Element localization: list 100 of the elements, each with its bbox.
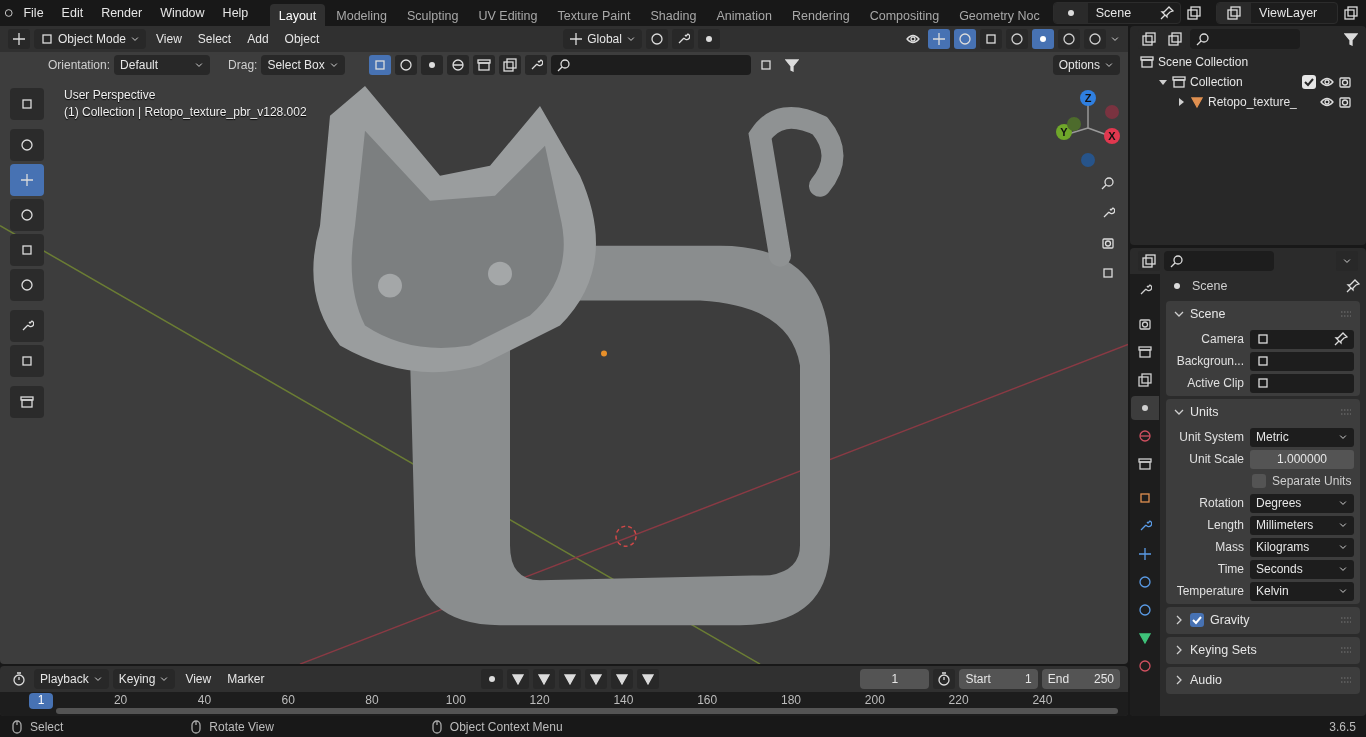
menu-item[interactable]: File [15,3,52,23]
outliner-item[interactable]: Collection [1190,75,1298,89]
drag-handle-icon[interactable] [1340,677,1352,683]
snap-button[interactable] [671,29,694,49]
dropdown[interactable]: Seconds [1250,559,1354,579]
current-frame-marker[interactable]: 1 [29,693,53,710]
menu-dropdown[interactable]: Keying [112,669,176,690]
menu-item[interactable]: Marker [221,670,271,689]
drag-handle-icon[interactable] [1340,617,1352,623]
panel-title[interactable]: Units [1190,405,1334,419]
workspace-tab[interactable]: Shading [641,3,706,27]
checkbox[interactable] [1190,613,1204,627]
panel-title[interactable]: Gravity [1210,613,1334,627]
shading-button[interactable] [1006,29,1028,49]
object-field[interactable] [1250,351,1354,371]
record-button[interactable] [481,669,504,690]
drag-handle-icon[interactable] [1340,409,1352,415]
drag-dropdown[interactable]: Select Box [261,55,345,75]
panel-title[interactable]: Scene [1190,307,1334,321]
select-filter-button[interactable] [472,55,495,75]
playback-button[interactable] [559,669,582,690]
menu-item[interactable]: Object [278,30,326,48]
shading-button[interactable] [1058,29,1080,49]
scene-selector[interactable]: Scene [1052,2,1182,24]
start-frame-field[interactable]: Start 1 [959,669,1038,690]
collapsed-triangle-icon[interactable] [1176,97,1186,107]
select-filter-button[interactable] [498,55,521,75]
playback-button[interactable] [507,669,530,690]
workspace-tab[interactable]: Rendering [782,3,859,27]
workspace-tab[interactable]: Texture Paint [548,3,640,27]
tool-button[interactable] [10,88,44,120]
orientation-dropdown[interactable]: Global [563,29,642,49]
pivot-button[interactable] [645,29,668,49]
tool-button[interactable] [10,386,44,418]
select-filter-button[interactable] [524,55,547,75]
properties-tab[interactable] [1131,396,1159,420]
number-field[interactable]: 1.000000 [1250,449,1354,469]
menu-item[interactable]: Render [93,3,151,23]
dropdown[interactable]: Metric [1250,427,1354,447]
dropdown[interactable]: Millimeters [1250,515,1354,535]
collapsed-chevron-icon[interactable] [1174,645,1184,655]
end-frame-field[interactable]: End 250 [1041,669,1120,690]
search-field[interactable] [1164,251,1274,271]
workspace-tab[interactable]: Animation [707,3,781,27]
menu-item[interactable]: Help [214,3,257,23]
preview-range-button[interactable] [933,669,956,690]
search-field[interactable] [1190,29,1300,49]
current-frame-field[interactable]: 1 [860,669,930,690]
expanded-chevron-icon[interactable] [1174,407,1184,417]
workspace-tab[interactable]: Modeling [327,3,397,27]
workspace-tab[interactable]: Geometry Noc [950,3,1049,27]
menu-item[interactable]: Window [152,3,213,23]
select-filter-button[interactable] [420,55,443,75]
tool-button[interactable] [10,310,44,342]
tool-button[interactable] [10,345,44,377]
workspace-tab[interactable]: Compositing [860,3,949,27]
expanded-triangle-icon[interactable] [1158,77,1168,87]
outliner-item[interactable]: Retopo_texture_ [1208,95,1316,109]
menu-item[interactable]: View [179,670,218,689]
include-checkbox[interactable] [1302,75,1316,89]
select-filter-button[interactable] [368,55,391,75]
options-dropdown[interactable]: Options [1052,55,1120,75]
dropdown[interactable]: Kelvin [1250,581,1354,601]
playback-button[interactable] [611,669,634,690]
workspace-tab[interactable]: Sculpting [398,3,468,27]
dropdown[interactable]: Degrees [1250,493,1354,513]
collapsed-chevron-icon[interactable] [1174,615,1184,625]
select-filter-button[interactable] [446,55,469,75]
gizmo-button[interactable] [928,29,950,49]
shading-button[interactable] [1084,29,1106,49]
tool-button[interactable] [10,129,44,161]
scrollbar[interactable] [56,708,1118,714]
panel-title[interactable]: Audio [1190,673,1334,687]
workspace-tab[interactable]: Layout [269,3,326,27]
menu-item[interactable]: Edit [53,3,92,23]
playback-button[interactable] [637,669,660,690]
playback-button[interactable] [533,669,556,690]
overlay-button[interactable] [954,29,976,49]
xray-button[interactable] [980,29,1002,49]
search-field[interactable] [550,55,751,75]
tool-button[interactable] [10,269,44,301]
proportional-edit-button[interactable] [697,29,720,49]
outliner-item[interactable]: Scene Collection [1158,55,1352,69]
tool-button[interactable] [10,199,44,231]
collapsed-chevron-icon[interactable] [1174,675,1184,685]
tool-button[interactable] [10,234,44,266]
drag-handle-icon[interactable] [1340,647,1352,653]
axis-gizmo[interactable]: Z Y X [1056,90,1120,167]
select-filter-button[interactable] [394,55,417,75]
view-layer-selector[interactable]: ViewLayer [1216,2,1338,24]
drag-handle-icon[interactable] [1340,311,1352,317]
dropdown[interactable]: Kilograms [1250,537,1354,557]
menu-item[interactable]: View [150,30,188,48]
editor-type-button[interactable] [8,29,30,49]
mode-dropdown[interactable]: Object Mode [34,29,147,49]
menu-dropdown[interactable]: Playback [34,669,109,690]
shading-button[interactable] [1032,29,1054,49]
object-field[interactable] [1250,329,1354,349]
panel-title[interactable]: Keying Sets [1190,643,1334,657]
expanded-chevron-icon[interactable] [1174,309,1184,319]
